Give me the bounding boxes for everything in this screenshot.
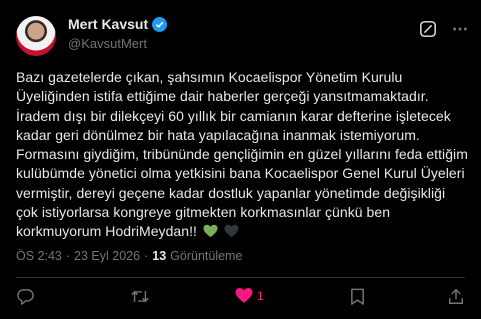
tweet-line: Bazı gazetelerde çıkan, şahsımın Kocaeli…: [16, 69, 403, 85]
views-label: Görüntüleme: [170, 249, 243, 263]
tweet-header: Mert Kavsut @KavsutMert: [16, 10, 469, 56]
tweet-date[interactable]: 23 Eyl 2026: [74, 249, 140, 263]
like-button[interactable]: 1: [235, 287, 264, 304]
reply-button[interactable]: [16, 287, 35, 306]
reply-icon: [16, 287, 35, 306]
divider: [16, 277, 465, 278]
tweet-actions-bar: 1: [16, 287, 465, 309]
more-options-icon[interactable]: [451, 20, 469, 38]
tweet-line: çok istiyorlarsa kongreye gitmekten kork…: [16, 204, 391, 221]
green-heart-icon: [203, 224, 218, 243]
tweet-line: kadar geri dönülmez bir hata yapılacağın…: [16, 126, 420, 143]
grok-icon[interactable]: [419, 20, 437, 38]
retweet-button[interactable]: [130, 287, 150, 306]
black-heart-icon: [224, 224, 239, 243]
bookmark-button[interactable]: [349, 287, 366, 306]
tweet-text: Bazı gazetelerde çıkan, şahsımın Kocaeli…: [16, 68, 468, 244]
tweet-line: vermiştir, dereyi geçene kadar dostluk y…: [16, 184, 446, 201]
author-name-row: Mert Kavsut: [68, 16, 168, 32]
share-button[interactable]: [447, 287, 465, 306]
meta-separator: ·: [144, 249, 149, 263]
author-handle[interactable]: @KavsutMert: [68, 36, 147, 51]
author-name[interactable]: Mert Kavsut: [68, 16, 148, 32]
avatar[interactable]: [16, 16, 56, 56]
tweet-last-line: korkmuyorum HodriMeydan!!: [16, 222, 468, 243]
tweet-time[interactable]: ÖS 2:43: [16, 249, 62, 263]
header-actions: [419, 20, 469, 38]
views-count: 13: [152, 249, 167, 263]
tweet-line: Üyeliğinden istifa ettiğime dair haberle…: [16, 88, 429, 105]
retweet-icon: [130, 287, 150, 306]
heart-filled-icon: [235, 287, 253, 304]
tweet-line: Formasını giydiğim, tribününde gençliğim…: [16, 146, 468, 163]
bookmark-icon: [349, 287, 366, 306]
tweet-line: kulübümde yönetici olma yetkisini bana K…: [16, 165, 465, 182]
verified-badge-icon: [152, 16, 168, 32]
tweet-meta: ÖS 2:43 · 23 Eyl 2026 · 13 Görüntüleme: [16, 249, 242, 263]
like-count: 1: [257, 288, 264, 303]
tweet-line: korkmuyorum HodriMeydan!!: [16, 223, 197, 240]
meta-separator: ·: [65, 249, 71, 263]
tweet-line: İradem dışı bir dilekçeyi 60 yıllık bir …: [16, 107, 451, 124]
share-icon: [447, 287, 465, 306]
